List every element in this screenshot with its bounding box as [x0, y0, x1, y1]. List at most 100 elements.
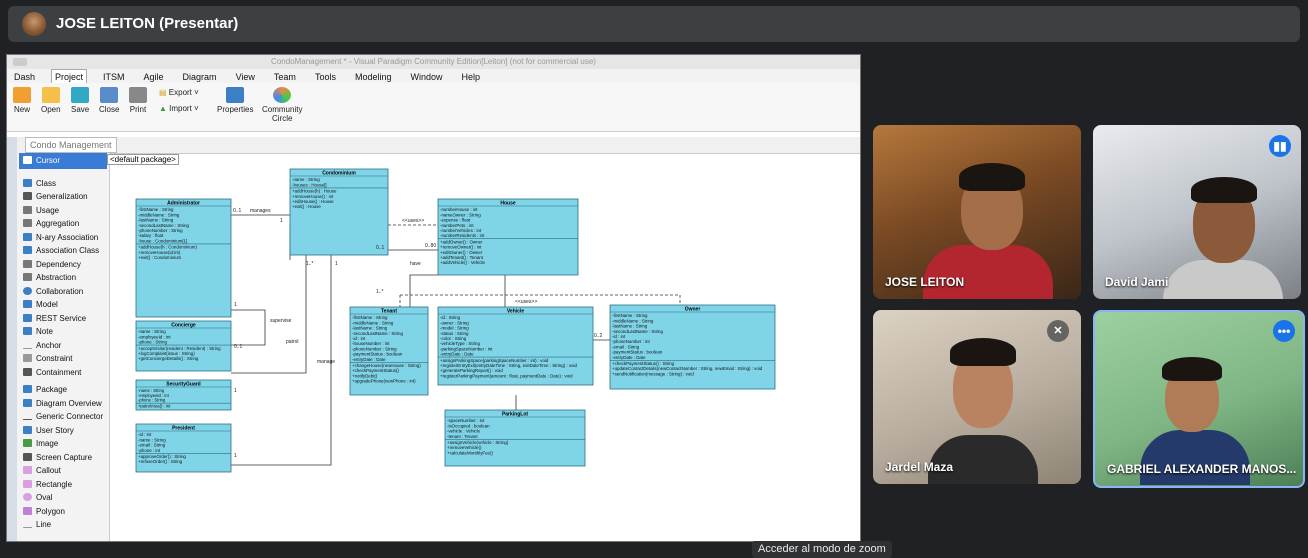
- palette-diagram-overview[interactable]: Diagram Overview: [17, 397, 109, 411]
- palette-rest-service[interactable]: REST Service: [17, 312, 109, 326]
- menu-agile[interactable]: Agile: [141, 70, 167, 84]
- package-icon: [23, 385, 32, 393]
- participant-tile-jose[interactable]: JOSE LEITON: [873, 125, 1081, 299]
- uml-class-vehicle[interactable]: Vehicle-id : String-owner : String-model…: [437, 306, 594, 386]
- note-icon: [23, 327, 32, 335]
- palette-generalization[interactable]: Generalization: [17, 190, 109, 204]
- palette-cursor[interactable]: Cursor: [19, 153, 107, 169]
- menu-view[interactable]: View: [233, 70, 258, 84]
- constraint-icon: [23, 354, 32, 362]
- menu-help[interactable]: Help: [459, 70, 484, 84]
- uml-operation: +patrolArea() : int: [138, 404, 171, 409]
- mult-1d: 1: [234, 453, 237, 459]
- participant-tile-gabriel[interactable]: ••• GABRIEL ALEXANDER MANOS...: [1093, 310, 1305, 488]
- import-button[interactable]: ▲ Import ˅: [159, 104, 199, 113]
- palette-oval[interactable]: Oval: [17, 491, 109, 505]
- menu-itsm[interactable]: ITSM: [100, 70, 128, 84]
- palette-image[interactable]: Image: [17, 437, 109, 451]
- more-options-icon[interactable]: •••: [1273, 320, 1295, 342]
- uml-class-securityguard[interactable]: SecurityGuard-name : String-employeeId :…: [135, 379, 232, 411]
- palette-polygon[interactable]: Polygon: [17, 505, 109, 519]
- uml-class-name: ParkingLot: [502, 412, 528, 418]
- print-icon: [129, 87, 147, 103]
- palette-containment[interactable]: Containment: [17, 366, 109, 380]
- uml-operation: +sendNotification(message : String) : vo…: [612, 371, 694, 376]
- save-button[interactable]: Save: [71, 87, 89, 114]
- menu-diagram[interactable]: Diagram: [180, 70, 220, 84]
- participant-tile-david[interactable]: ▮▮ David Jami: [1093, 125, 1301, 299]
- palette-rectangle[interactable]: Rectangle: [17, 478, 109, 492]
- palette-user-story[interactable]: User Story: [17, 424, 109, 438]
- participant-body: [1163, 260, 1283, 299]
- palette-constraint[interactable]: Constraint: [17, 352, 109, 366]
- mult-0-1b: 0..1: [376, 245, 385, 251]
- export-button[interactable]: ▤ Export ˅: [159, 88, 199, 97]
- uml-class-administrator[interactable]: Administrator-firstName : String-middleN…: [135, 198, 232, 318]
- close-doc-icon: [100, 87, 119, 103]
- print-button[interactable]: Print: [129, 87, 147, 114]
- menu-project[interactable]: Project: [51, 69, 88, 84]
- new-icon: [13, 87, 31, 103]
- uml-class-house[interactable]: House-numberHouse : int-nameOwner : Stri…: [437, 198, 579, 276]
- presenter-bar: JOSE LEITON (Presentar): [8, 6, 1300, 42]
- palette-usage[interactable]: Usage: [17, 204, 109, 218]
- window-title: CondoManagement * - Visual Paradigm Comm…: [271, 57, 596, 66]
- uml-class-owner[interactable]: Owner-firstName : String-middleName : St…: [609, 304, 776, 390]
- breadcrumb-package[interactable]: <default package>: [107, 154, 179, 165]
- palette-callout[interactable]: Callout: [17, 464, 109, 478]
- uml-attribute: -phone : int: [138, 448, 161, 453]
- palette-generic-connector[interactable]: Generic Connector: [17, 410, 109, 424]
- open-button[interactable]: Open: [41, 87, 61, 114]
- uml-class-name: Owner: [685, 307, 701, 313]
- palette-association-class[interactable]: Association Class: [17, 244, 109, 258]
- palette-note[interactable]: Note: [17, 325, 109, 339]
- palette-anchor[interactable]: Anchor: [17, 339, 109, 353]
- uml-class-tenant[interactable]: Tenant-firstName : String-middleName : S…: [349, 306, 429, 396]
- properties-icon: [226, 87, 245, 103]
- properties-button[interactable]: Properties: [217, 87, 253, 114]
- menu-modeling[interactable]: Modeling: [352, 70, 395, 84]
- oval-icon: [23, 493, 32, 501]
- mult-1e: 1: [234, 388, 237, 394]
- open-folder-icon: [41, 87, 60, 103]
- palette-screen-capture[interactable]: Screen Capture: [17, 451, 109, 465]
- window-control-icon[interactable]: [13, 58, 27, 66]
- palette-abstraction[interactable]: Abstraction: [17, 271, 109, 285]
- uml-class-name: House: [500, 201, 516, 207]
- palette-model[interactable]: Model: [17, 298, 109, 312]
- label-patrol: patrol: [286, 339, 299, 345]
- menu-team[interactable]: Team: [271, 70, 299, 84]
- participant-tile-jardel[interactable]: ✕ Jardel Maza: [873, 310, 1081, 484]
- camera-icon: [23, 452, 32, 461]
- uml-class-president[interactable]: President-id : int-name : String-email :…: [135, 423, 232, 473]
- uml-class-parkinglot[interactable]: ParkingLot-spaceNumber : int-isOccupied …: [444, 409, 586, 467]
- uml-class-name: Concierge: [171, 323, 196, 329]
- uml-class-condominium[interactable]: Condominium-name : String-houses : House…: [289, 168, 389, 256]
- palette-line[interactable]: Line: [17, 518, 109, 532]
- menu-window[interactable]: Window: [407, 70, 445, 84]
- menu-dash[interactable]: Dash: [11, 70, 38, 84]
- uml-operation: +registerParkingPayment(amount : float, …: [440, 373, 573, 378]
- palette-nary-association[interactable]: N-ary Association: [17, 231, 109, 245]
- palette-dependency[interactable]: Dependency: [17, 258, 109, 272]
- diagram-palette: Cursor Class Generalization Usage Aggreg…: [17, 153, 110, 541]
- uml-operation: +upgradePhone(newPhone : int): [352, 379, 416, 384]
- uml-attribute: -entryDate : Date: [612, 355, 646, 360]
- community-circle-button[interactable]: Community Circle: [262, 87, 302, 123]
- palette-class[interactable]: Class: [17, 177, 109, 191]
- speaking-indicator-icon: ▮▮: [1269, 135, 1291, 157]
- close-button[interactable]: Close: [99, 87, 119, 114]
- diagram-canvas[interactable]: Administrator -firstName : String -middleN…: [110, 165, 860, 541]
- cursor-icon: [23, 156, 32, 164]
- tab-condo-management[interactable]: Condo Management: [25, 137, 117, 153]
- palette-collaboration[interactable]: Collaboration: [17, 285, 109, 299]
- participant-hair: [950, 338, 1016, 366]
- menu-tools[interactable]: Tools: [312, 70, 339, 84]
- new-button[interactable]: New: [13, 87, 31, 114]
- image-icon: [23, 439, 32, 447]
- uml-class-concierge[interactable]: Concierge-name : String-employeeId : int…: [135, 320, 232, 372]
- uml-operation: +addVehicle() : Vehicle: [440, 260, 485, 265]
- palette-aggregation[interactable]: Aggregation: [17, 217, 109, 231]
- uml-attribute: -entryDate : Date: [352, 357, 386, 362]
- palette-package[interactable]: Package: [17, 383, 109, 397]
